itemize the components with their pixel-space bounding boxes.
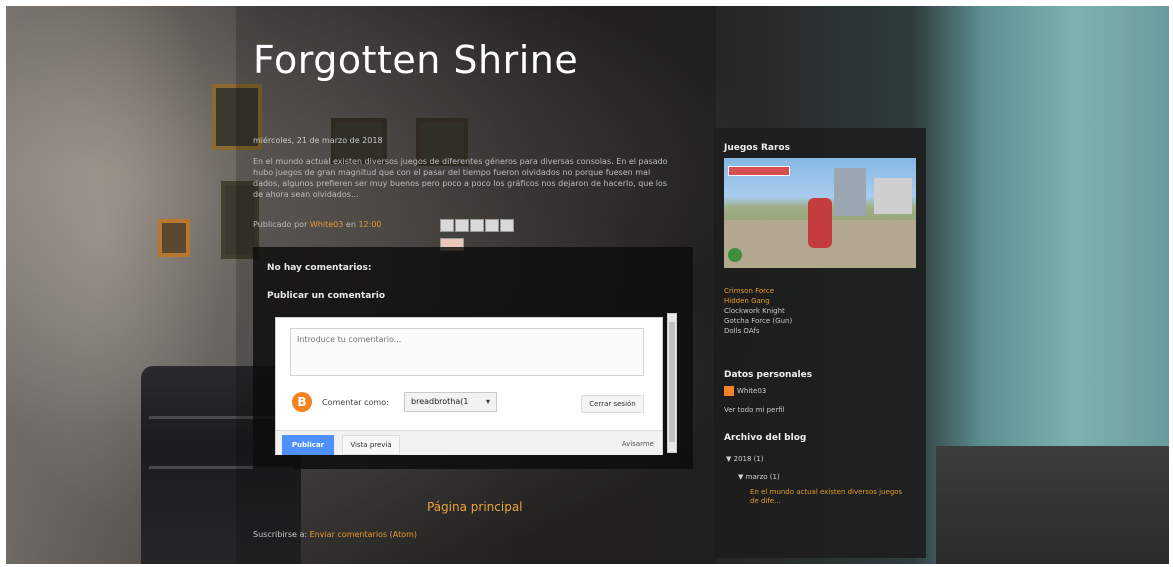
profile-name[interactable]: White03 [737, 387, 766, 395]
home-link[interactable]: Página principal [427, 500, 523, 514]
comment-form: B Comentar como: breadbrotha(1 ▾ Cerrar … [275, 317, 663, 455]
subscribe-label: Suscribirse a: [253, 530, 308, 539]
game-screenshot-image[interactable] [724, 158, 916, 268]
image-hud [728, 166, 790, 176]
blogger-icon: B [292, 392, 312, 412]
twitter-share-icon[interactable] [470, 219, 484, 232]
archive-month[interactable]: ▼ marzo (1) [738, 473, 780, 481]
subscribe-line: Suscribirse a: Enviar comentarios (Atom) [253, 530, 417, 539]
at-label: en [345, 220, 356, 229]
post-body: En el mundo actual existen diversos jueg… [253, 157, 668, 199]
comment-actions-bar: Publicar Vista previa Avisarme [276, 430, 662, 455]
archive-year-label: 2018 (1) [733, 455, 764, 463]
triangle-down-icon: ▼ [738, 473, 744, 481]
blog-title[interactable]: Forgotten Shrine [253, 38, 578, 82]
post-date: miércoles, 21 de marzo de 2018 [253, 136, 383, 145]
profile-row: White03 [724, 386, 766, 396]
author-link[interactable]: White03 [310, 220, 343, 229]
identity-value: breadbrotha(1 [411, 397, 469, 406]
share-buttons [440, 219, 536, 251]
archive-month-label: marzo (1) [745, 473, 780, 481]
scrollbar-thumb[interactable] [669, 322, 675, 442]
pinterest-share-icon[interactable] [500, 219, 514, 232]
image-building [834, 168, 866, 216]
image-building [874, 178, 912, 214]
triangle-down-icon: ▼ [726, 455, 732, 463]
game-item[interactable]: Dolls OAfs [724, 326, 792, 336]
image-hud-icon [728, 248, 742, 262]
game-item[interactable]: Clockwork Knight [724, 306, 792, 316]
dropdown-arrow-icon: ▾ [485, 397, 490, 406]
game-item[interactable]: Hidden Gang [724, 296, 792, 306]
comment-as-label: Comentar como: [322, 398, 389, 407]
notify-link[interactable]: Avisarme [622, 440, 654, 448]
blogger-profile-icon [724, 386, 734, 396]
publish-button[interactable]: Publicar [282, 435, 334, 455]
subscribe-link[interactable]: Enviar comentarios (Atom) [310, 530, 417, 539]
email-share-icon[interactable] [440, 219, 454, 232]
blogthis-share-icon[interactable] [455, 219, 469, 232]
posted-by-label: Publicado por [253, 220, 308, 229]
post-time-link[interactable]: 12:00 [358, 220, 381, 229]
archive-heading: Archivo del blog [724, 433, 807, 443]
post-footer: Publicado por White03 en 12:00 [253, 220, 382, 229]
wall-frame-2 [158, 219, 190, 257]
archive-year[interactable]: ▼ 2018 (1) [726, 455, 764, 463]
no-comments-label: No hay comentarios: [267, 263, 372, 273]
game-item[interactable]: Crimson Force [724, 286, 792, 296]
sidebar: Juegos Raros Crimson Force Hidden Gang C… [714, 128, 926, 558]
post-comment-heading: Publicar un comentario [267, 291, 386, 301]
archive-post-link[interactable]: En el mundo actual existen diversos jueg… [750, 488, 910, 506]
preview-button[interactable]: Vista previa [342, 435, 400, 455]
signout-button[interactable]: Cerrar sesión [581, 395, 644, 413]
comment-frame-scrollbar[interactable] [667, 313, 677, 453]
profile-link[interactable]: Ver todo mi perfil [724, 406, 785, 414]
profile-heading: Datos personales [724, 370, 813, 380]
games-heading: Juegos Raros [724, 143, 790, 153]
floor-area [936, 446, 1169, 564]
comment-textarea[interactable] [290, 328, 644, 376]
game-item[interactable]: Gotcha Force (Gun) [724, 316, 792, 326]
identity-select[interactable]: breadbrotha(1 ▾ [404, 392, 497, 412]
image-robot [808, 198, 832, 248]
facebook-share-icon[interactable] [485, 219, 499, 232]
games-list: Crimson Force Hidden Gang Clockwork Knig… [724, 286, 792, 336]
comments-section: No hay comentarios: Publicar un comentar… [253, 247, 693, 469]
